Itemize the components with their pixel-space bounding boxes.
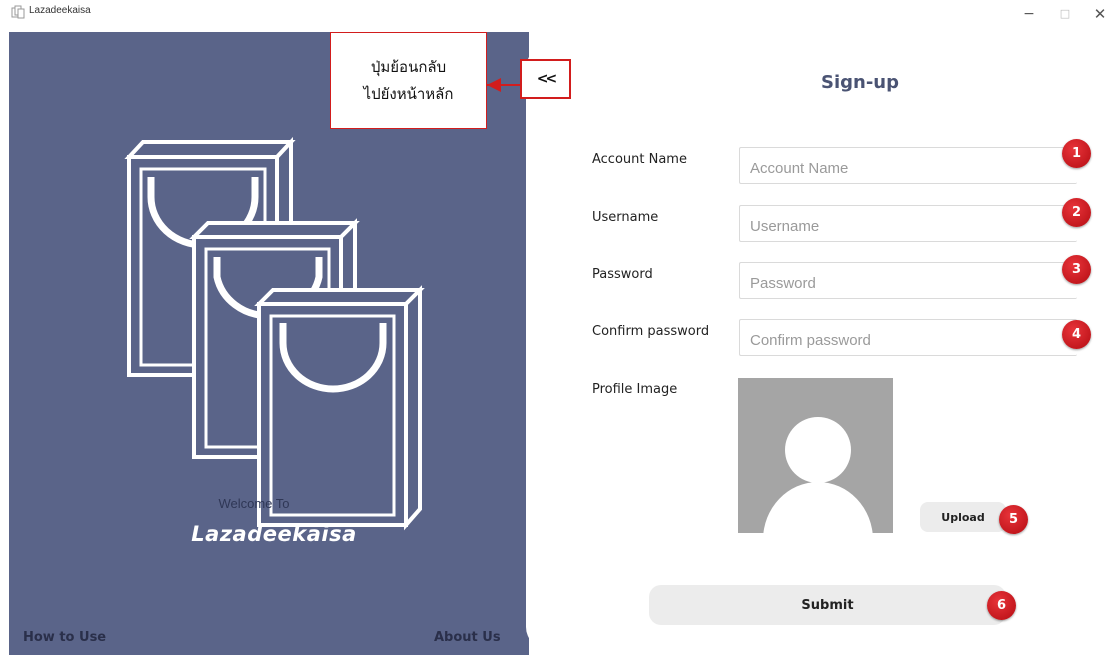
confirm-password-label: Confirm password [592, 324, 710, 339]
brand-name: Lazadeekaisa [191, 522, 357, 546]
app-window: Lazadeekaisa − □ ✕ Welcome To Lazadeekai… [0, 0, 1118, 655]
annotation-callout: ปุ่มย้อนกลับ ไปยังหน้าหลัก [330, 32, 487, 129]
step-badge-5: 5 [999, 505, 1028, 534]
step-badge-3: 3 [1062, 255, 1091, 284]
profile-image-preview [738, 378, 893, 533]
about-us-link[interactable]: About Us [434, 630, 501, 645]
account-name-input[interactable] [739, 147, 1077, 184]
step-badge-1: 1 [1062, 139, 1091, 168]
form-title: Sign-up [820, 72, 899, 93]
account-name-label: Account Name [592, 152, 687, 167]
minimize-button[interactable]: − [1019, 4, 1039, 24]
username-input[interactable] [739, 205, 1077, 242]
back-button[interactable]: << [520, 59, 571, 99]
username-label: Username [592, 210, 659, 225]
how-to-use-link[interactable]: How to Use [23, 630, 106, 645]
password-label: Password [592, 267, 653, 282]
password-input[interactable] [739, 262, 1077, 299]
confirm-password-input[interactable] [739, 319, 1077, 356]
upload-button[interactable]: Upload [920, 502, 1006, 532]
annotation-arrow-icon [487, 78, 520, 92]
welcome-label: Welcome To [218, 496, 290, 511]
double-chevron-left-icon: << [536, 71, 558, 87]
annotation-line-1: ปุ่มย้อนกลับ [370, 57, 447, 76]
profile-image-label: Profile Image [592, 382, 678, 397]
annotation-line-2: ไปยังหน้าหลัก [363, 84, 454, 103]
maximize-button[interactable]: □ [1055, 4, 1075, 24]
app-icon [11, 5, 25, 19]
step-badge-4: 4 [1062, 320, 1091, 349]
window-title: Lazadeekaisa [29, 5, 91, 16]
step-badge-2: 2 [1062, 198, 1091, 227]
user-silhouette-icon [763, 417, 873, 533]
shopping-bags-icon [124, 137, 425, 531]
submit-button[interactable]: Submit [649, 585, 1006, 625]
close-button[interactable]: ✕ [1090, 4, 1110, 24]
title-bar: Lazadeekaisa − □ ✕ [0, 0, 1118, 32]
step-badge-6: 6 [987, 591, 1016, 620]
